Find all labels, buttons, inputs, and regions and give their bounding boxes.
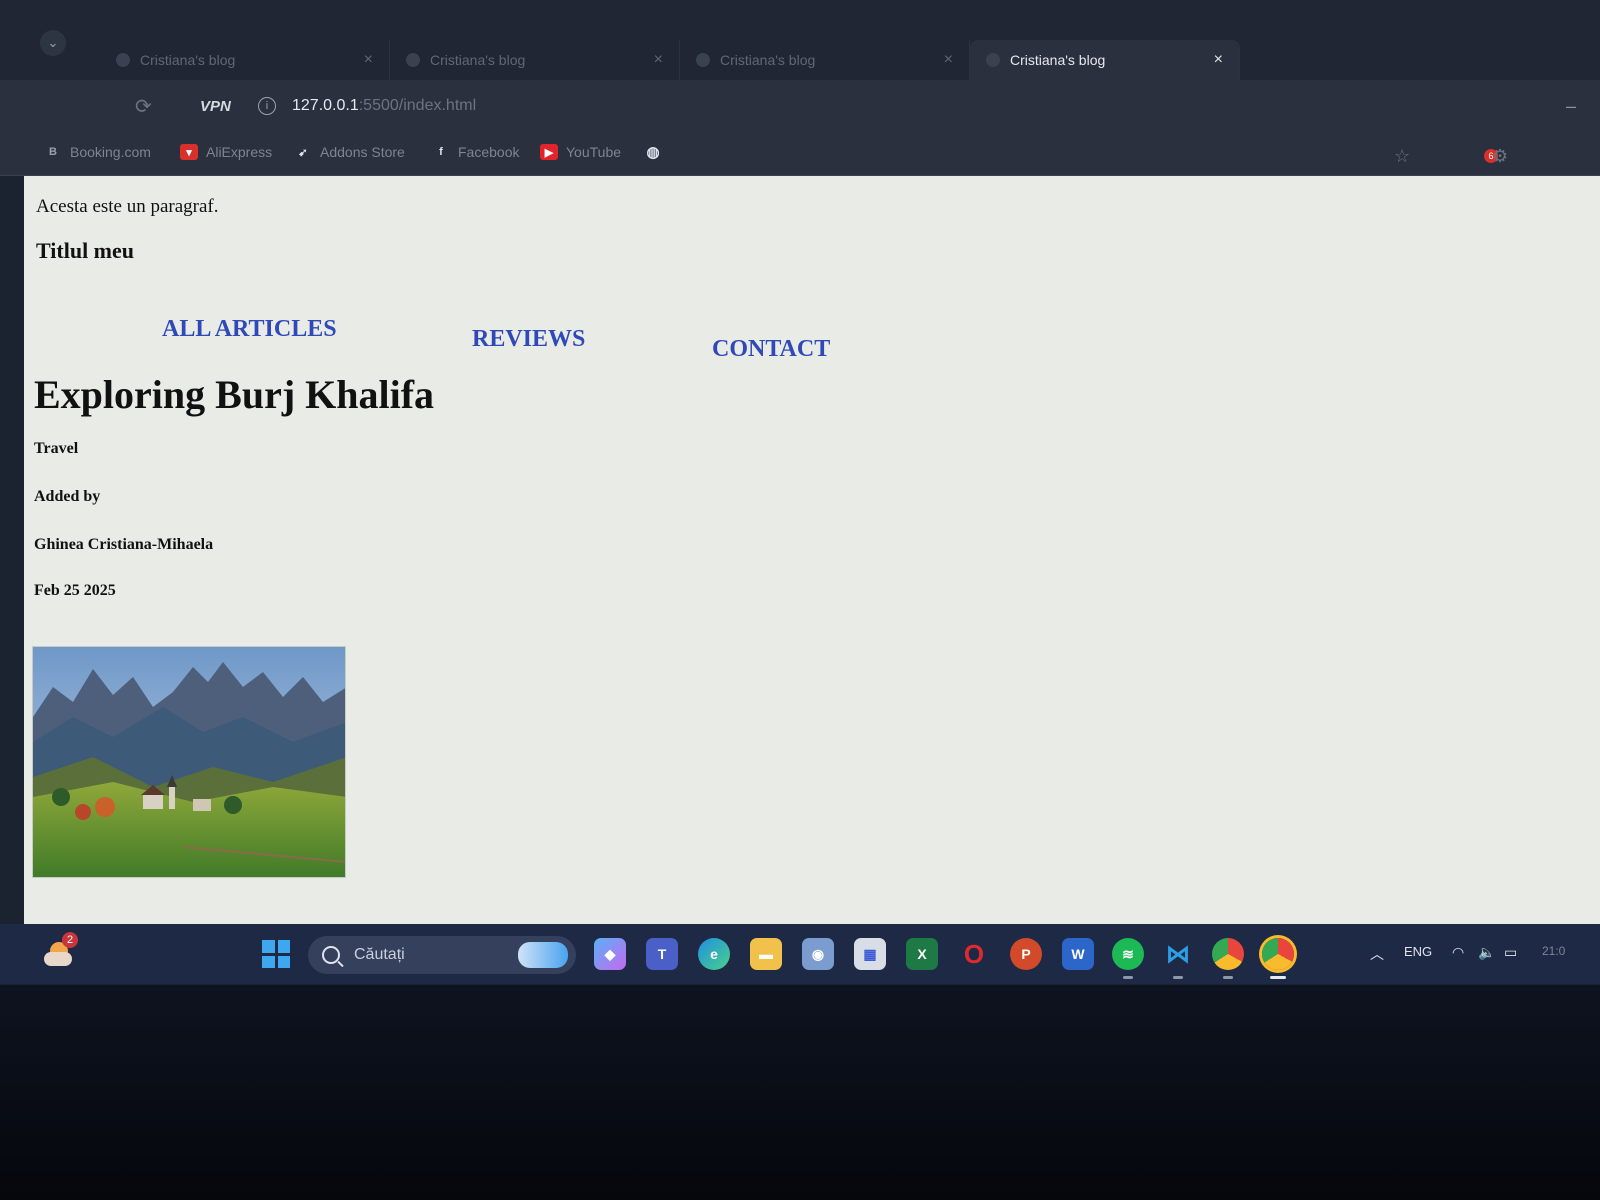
volume-icon[interactable]: 🔈 — [1478, 944, 1495, 961]
taskbar-search[interactable]: Căutați — [308, 936, 576, 974]
bookmark-youtube[interactable]: ▶ YouTube — [540, 144, 621, 160]
bookmark-label: AliExpress — [206, 144, 273, 160]
windows-start-icon[interactable] — [262, 940, 290, 968]
page-viewport: Acesta este un paragraf. Titlul meu ALL … — [24, 176, 1600, 924]
added-by-label: Added by — [34, 488, 101, 505]
tab-favicon-icon — [986, 53, 1000, 67]
tab-close-icon[interactable]: × — [654, 51, 663, 69]
extensions-icon[interactable]: ⚙ — [1492, 146, 1508, 167]
spotify-icon[interactable]: ≋ — [1112, 938, 1144, 979]
search-placeholder: Căutați — [354, 946, 405, 963]
search-icon — [322, 946, 340, 964]
address-bar: ⟳ VPN i 127.0.0.1:5500/index.html — [0, 80, 1600, 132]
tab-title: Cristiana's blog — [140, 52, 236, 68]
opera-icon[interactable]: O — [958, 938, 990, 970]
reload-icon[interactable]: ⟳ — [135, 94, 152, 119]
tab-title: Cristiana's blog — [720, 52, 816, 68]
bookmark-facebook[interactable]: f Facebook — [432, 144, 519, 160]
tab-title: Cristiana's blog — [430, 52, 526, 68]
intro-paragraph: Acesta este un paragraf. — [36, 196, 219, 217]
addons-icon: ➹ — [298, 146, 308, 159]
running-indicator — [1223, 976, 1233, 979]
url-field[interactable]: 127.0.0.1:5500/index.html — [292, 97, 476, 115]
teams-icon[interactable]: T — [646, 938, 678, 970]
aliexpress-icon: ▾ — [180, 144, 198, 160]
chrome-profile-icon[interactable] — [1262, 938, 1294, 979]
edge-icon[interactable]: e — [698, 938, 730, 970]
bookmark-label: YouTube — [566, 144, 622, 160]
vscode-icon[interactable]: ⋈ — [1162, 938, 1194, 979]
search-highlight-icon — [518, 942, 568, 968]
bookmark-booking[interactable]: B Booking.com — [44, 144, 151, 160]
taskbar: 2 Căutați ◆ T e ▬ ◉ ▦ X O P W ≋ ⋈ ︿ ENG … — [0, 924, 1600, 984]
article-image — [32, 646, 346, 878]
tab-favicon-icon — [696, 53, 710, 67]
screen: ⌄ Cristiana's blog × Cristiana's blog × … — [0, 0, 1600, 1000]
bookmark-label: Addons Store — [320, 144, 405, 160]
nav-contact[interactable]: CONTACT — [712, 336, 830, 363]
copilot-icon[interactable]: ◆ — [594, 938, 626, 970]
page-heading: Titlul meu — [36, 238, 135, 263]
cloud-icon — [44, 952, 72, 966]
chrome-icon[interactable] — [1212, 938, 1244, 979]
tab-favicon-icon — [406, 53, 420, 67]
url-path: :5500/index.html — [358, 97, 477, 114]
tab-1[interactable]: Cristiana's blog × — [100, 40, 390, 80]
laptop-bezel — [0, 985, 1600, 1200]
tray-chevron-icon[interactable]: ︿ — [1370, 944, 1384, 964]
tab-close-icon[interactable]: × — [364, 51, 373, 69]
weather-badge: 2 — [62, 932, 78, 948]
bookmark-label: Booking.com — [70, 144, 151, 160]
bookmark-label: Facebook — [458, 144, 520, 160]
booking-icon: B — [49, 146, 57, 158]
tab-active[interactable]: Cristiana's blog × — [970, 40, 1240, 80]
active-indicator — [1270, 976, 1286, 979]
battery-icon[interactable]: ▭ — [1504, 944, 1517, 961]
word-icon[interactable]: W — [1062, 938, 1094, 970]
globe-icon: ◍ — [646, 144, 660, 161]
article-author: Ghinea Cristiana-Mihaela — [34, 536, 214, 553]
tab-close-icon[interactable]: × — [944, 51, 953, 69]
facebook-icon: f — [439, 146, 443, 158]
youtube-icon: ▶ — [540, 144, 558, 160]
vpn-button[interactable]: VPN — [200, 98, 231, 115]
tab-strip: ⌄ Cristiana's blog × Cristiana's blog × … — [0, 0, 1600, 80]
bookmark-aliexpress[interactable]: ▾ AliExpress — [180, 144, 272, 160]
tab-favicon-icon — [116, 53, 130, 67]
running-indicator — [1173, 976, 1183, 979]
camera-icon[interactable]: ◉ — [802, 938, 834, 970]
weather-widget[interactable]: 2 — [40, 932, 78, 970]
tab-3[interactable]: Cristiana's blog × — [680, 40, 970, 80]
running-indicator — [1123, 976, 1133, 979]
file-explorer-icon[interactable]: ▬ — [750, 938, 782, 970]
nav-all-articles[interactable]: ALL ARTICLES — [162, 316, 337, 343]
bookmark-globe[interactable]: ◍ — [644, 144, 670, 161]
article-title: Exploring Burj Khalifa — [34, 372, 435, 417]
tab-close-icon[interactable]: × — [1214, 51, 1223, 69]
wifi-icon[interactable]: ◠ — [1452, 944, 1464, 961]
nav-reviews[interactable]: REVIEWS — [472, 326, 585, 353]
article-category: Travel — [34, 440, 79, 457]
site-info-icon[interactable]: i — [258, 97, 276, 115]
minimize-icon[interactable]: – — [1566, 96, 1576, 117]
store-icon[interactable]: ▦ — [854, 938, 886, 970]
powerpoint-icon[interactable]: P — [1010, 938, 1042, 970]
language-indicator[interactable]: ENG — [1404, 944, 1432, 959]
bookmarks-bar: B Booking.com ▾ AliExpress ➹ Addons Stor… — [0, 132, 1600, 176]
browser-menu-icon[interactable]: ⌄ — [40, 30, 66, 56]
article-date: Feb 25 2025 — [34, 582, 116, 599]
url-host: 127.0.0.1 — [292, 97, 359, 114]
star-icon[interactable]: ☆ — [1394, 146, 1410, 167]
tab-title: Cristiana's blog — [1010, 52, 1106, 68]
tab-2[interactable]: Cristiana's blog × — [390, 40, 680, 80]
clock[interactable]: 21:0 — [1542, 944, 1565, 958]
excel-icon[interactable]: X — [906, 938, 938, 970]
bookmark-addons[interactable]: ➹ Addons Store — [294, 144, 405, 160]
